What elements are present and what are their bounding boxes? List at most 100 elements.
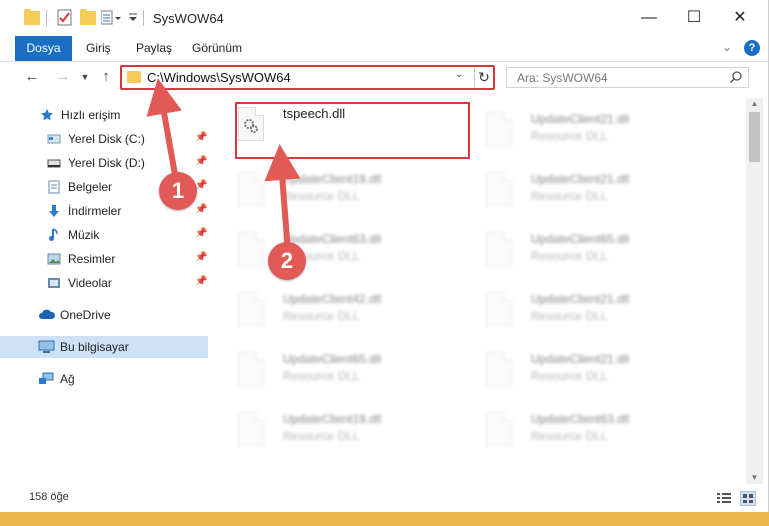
nav-quick-access[interactable]: Hızlı erişim <box>0 104 208 126</box>
nav-local-disk-d[interactable]: Yerel Disk (D:) 📌 <box>0 152 208 174</box>
folder-icon <box>24 9 40 25</box>
status-bar: 158 öğe <box>0 484 768 512</box>
file-type: Resource DLL <box>531 429 608 443</box>
tab-file[interactable]: Dosya <box>15 36 72 61</box>
scroll-up-icon[interactable]: ▲ <box>746 98 763 110</box>
dll-file-icon <box>238 352 264 386</box>
music-icon <box>49 228 58 241</box>
nav-label: Hızlı erişim <box>61 108 121 122</box>
file-item[interactable]: UpdateClient21.dll Resource DLL <box>460 344 700 398</box>
file-name: UpdateClient65.dll <box>531 232 630 246</box>
desktop-background <box>0 512 769 526</box>
folder-icon <box>127 71 141 83</box>
refresh-button[interactable]: ↻ <box>474 67 493 88</box>
forward-button[interactable]: → <box>53 67 73 87</box>
nav-onedrive[interactable]: OneDrive <box>0 304 208 326</box>
nav-label: Ağ <box>60 372 75 386</box>
file-list: tspeech.dll UpdateClient19.dll Resource … <box>212 98 746 484</box>
title-bar: SysWOW64 — ☐ ✕ <box>0 0 768 36</box>
file-item[interactable]: UpdateClient21.dll Resource DLL <box>460 104 700 158</box>
pin-icon[interactable]: 📌 <box>195 156 207 167</box>
vertical-scrollbar[interactable]: ▲ ▼ <box>746 98 763 484</box>
help-icon[interactable]: ? <box>744 40 760 56</box>
file-name: UpdateClient21.dll <box>531 292 630 306</box>
nav-this-pc[interactable]: Bu bilgisayar <box>0 336 208 358</box>
window-title: SysWOW64 <box>153 11 224 26</box>
file-type: Resource DLL <box>531 309 608 323</box>
nav-pictures[interactable]: Resimler 📌 <box>0 248 208 270</box>
tab-home[interactable]: Giriş <box>76 36 121 61</box>
file-name: UpdateClient65.dll <box>283 352 382 366</box>
file-item[interactable]: UpdateClient63.dll Resource DLL <box>460 404 700 458</box>
address-field[interactable]: C:\Windows\SysWOW64 ⌄ <box>122 67 473 88</box>
search-input[interactable]: Ara: SysWOW64 <box>506 67 749 88</box>
scroll-down-icon[interactable]: ▼ <box>746 472 763 484</box>
file-type: Resource DLL <box>283 429 360 443</box>
nav-label: Yerel Disk (D:) <box>68 156 145 170</box>
file-explorer-window: SysWOW64 — ☐ ✕ Dosya Giriş Paylaş Görünü… <box>0 0 769 512</box>
ribbon-tabs: Dosya Giriş Paylaş Görünüm ⌄ <box>0 36 768 62</box>
back-button[interactable]: ← <box>22 67 42 87</box>
documents-icon <box>48 180 60 194</box>
up-button[interactable]: ↑ <box>96 67 116 87</box>
dll-file-icon <box>238 412 264 446</box>
properties-icon[interactable] <box>57 9 72 26</box>
drive-icon <box>47 159 61 168</box>
file-name: UpdateClient19.dll <box>283 412 382 426</box>
chevron-down-icon[interactable]: ⌄ <box>455 69 463 80</box>
new-folder-icon[interactable] <box>80 9 96 25</box>
address-path[interactable]: C:\Windows\SysWOW64 <box>147 70 291 85</box>
nav-label: OneDrive <box>60 308 111 322</box>
customize-toolbar-icon[interactable] <box>101 10 123 26</box>
star-icon <box>41 109 53 121</box>
cloud-icon <box>39 309 56 319</box>
highlight-box <box>235 102 470 159</box>
file-type: Resource DLL <box>531 129 608 143</box>
file-name: UpdateClient63.dll <box>283 232 382 246</box>
pin-icon[interactable]: 📌 <box>195 276 207 287</box>
tiles-view-icon[interactable] <box>740 491 756 506</box>
pin-icon[interactable]: 📌 <box>195 228 207 239</box>
navigation-pane: Hızlı erişim Yerel Disk (C:) 📌 Yerel Dis… <box>0 100 212 484</box>
nav-network[interactable]: Ağ <box>0 368 208 390</box>
item-count: 158 öğe <box>29 491 69 503</box>
file-item[interactable]: UpdateClient42.dll Resource DLL <box>212 284 452 338</box>
address-row: ← → ▼ ↑ C:\Windows\SysWOW64 ⌄ ↻ Ara: Sys… <box>0 62 768 92</box>
file-type: Resource DLL <box>283 189 360 203</box>
dll-file-icon <box>486 172 512 206</box>
nav-music[interactable]: Müzik 📌 <box>0 224 208 246</box>
pin-icon[interactable]: 📌 <box>195 252 207 263</box>
file-item[interactable]: UpdateClient65.dll Resource DLL <box>212 344 452 398</box>
maximize-button[interactable]: ☐ <box>671 0 717 36</box>
pin-icon[interactable]: 📌 <box>195 132 207 143</box>
nav-local-disk-c[interactable]: Yerel Disk (C:) 📌 <box>0 128 208 150</box>
pin-icon[interactable]: 📌 <box>195 204 207 215</box>
file-name: UpdateClient42.dll <box>283 292 382 306</box>
file-item[interactable]: UpdateClient21.dll Resource DLL <box>460 164 700 218</box>
close-button[interactable]: ✕ <box>717 0 763 36</box>
tab-share[interactable]: Paylaş <box>126 36 182 61</box>
tab-view[interactable]: Görünüm <box>182 36 252 61</box>
file-item[interactable]: UpdateClient19.dll Resource DLL <box>212 164 452 218</box>
computer-icon <box>38 340 55 353</box>
file-item[interactable]: UpdateClient65.dll Resource DLL <box>460 224 700 278</box>
dll-file-icon <box>238 172 264 206</box>
scroll-thumb[interactable] <box>749 112 760 162</box>
dll-file-icon <box>486 292 512 326</box>
file-item[interactable]: UpdateClient19.dll Resource DLL <box>212 404 452 458</box>
expand-ribbon-icon[interactable]: ⌄ <box>722 40 732 54</box>
details-view-icon[interactable] <box>717 493 731 504</box>
file-item[interactable]: UpdateClient21.dll Resource DLL <box>460 284 700 338</box>
file-name: UpdateClient21.dll <box>531 172 630 186</box>
nav-label: Bu bilgisayar <box>60 340 129 354</box>
chevron-down-icon[interactable] <box>129 13 137 22</box>
dll-file-icon <box>486 112 512 146</box>
file-type: Resource DLL <box>283 369 360 383</box>
pictures-icon <box>47 253 61 265</box>
recent-locations-button[interactable]: ▼ <box>78 67 92 87</box>
minimize-button[interactable]: — <box>626 0 672 36</box>
address-bar[interactable]: C:\Windows\SysWOW64 ⌄ ↻ <box>120 65 495 90</box>
nav-videos[interactable]: Videolar 📌 <box>0 272 208 294</box>
search-icon[interactable] <box>730 71 742 83</box>
file-item[interactable]: UpdateClient63.dll Resource DLL <box>212 224 452 278</box>
